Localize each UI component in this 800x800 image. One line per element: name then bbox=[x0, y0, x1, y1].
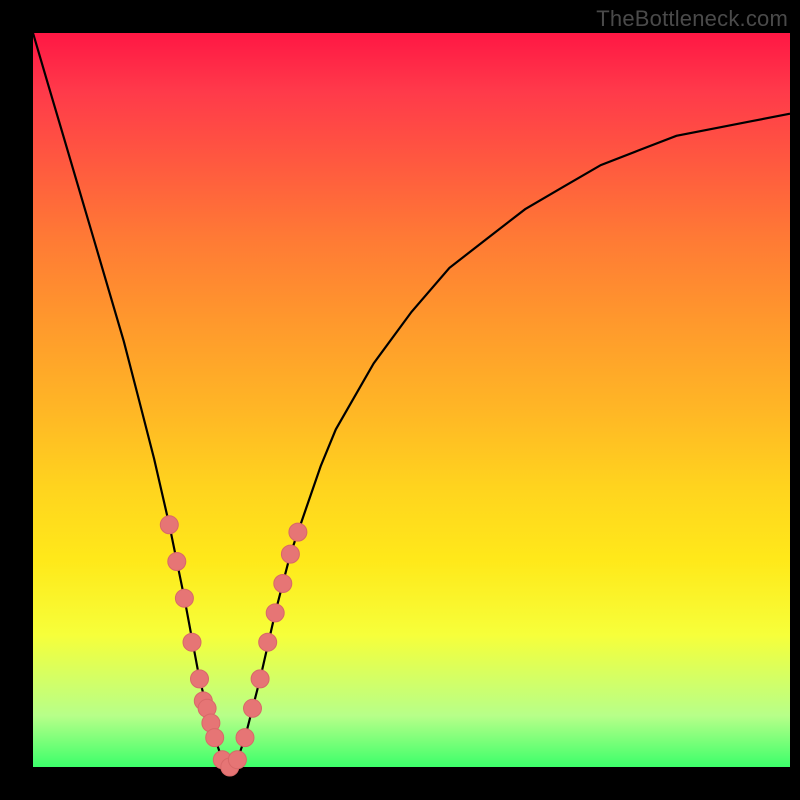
curve-markers bbox=[160, 516, 307, 776]
curve-marker-dot bbox=[168, 553, 186, 571]
curve-marker-dot bbox=[281, 545, 299, 563]
curve-marker-dot bbox=[206, 729, 224, 747]
chart-svg bbox=[33, 33, 790, 767]
curve-marker-dot bbox=[266, 604, 284, 622]
watermark-text: TheBottleneck.com bbox=[596, 6, 788, 32]
plot-area bbox=[33, 33, 790, 767]
curve-marker-dot bbox=[236, 729, 254, 747]
bottleneck-curve bbox=[33, 33, 790, 767]
curve-marker-dot bbox=[228, 751, 246, 769]
curve-marker-dot bbox=[251, 670, 269, 688]
chart-frame: TheBottleneck.com bbox=[0, 0, 800, 800]
curve-marker-dot bbox=[244, 699, 262, 717]
curve-marker-dot bbox=[183, 633, 201, 651]
curve-marker-dot bbox=[289, 523, 307, 541]
curve-marker-dot bbox=[160, 516, 178, 534]
curve-marker-dot bbox=[175, 589, 193, 607]
curve-marker-dot bbox=[259, 633, 277, 651]
curve-marker-dot bbox=[191, 670, 209, 688]
curve-marker-dot bbox=[274, 575, 292, 593]
